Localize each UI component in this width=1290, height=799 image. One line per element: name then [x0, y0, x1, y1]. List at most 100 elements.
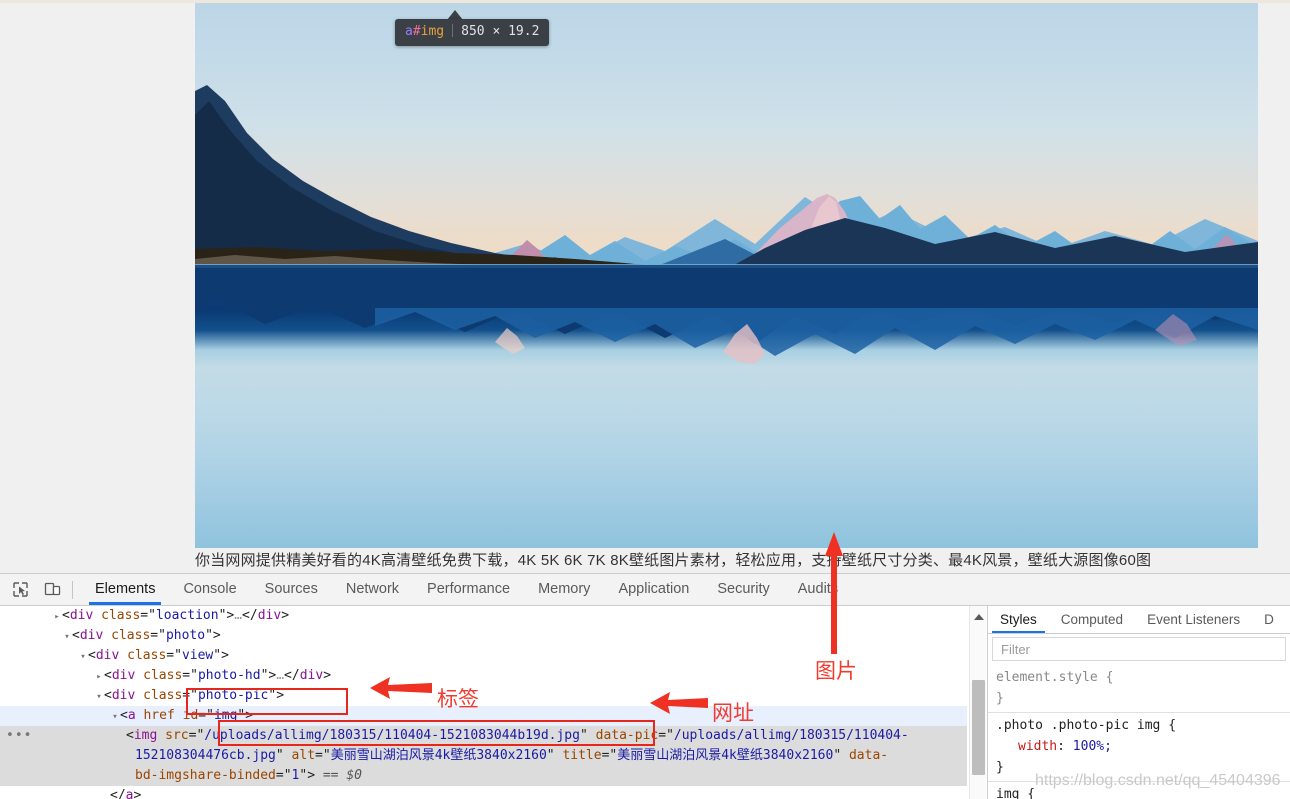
badge-tag-letter: a — [405, 24, 413, 39]
code-token-pn: < — [72, 628, 80, 643]
code-token-pn: > — [323, 668, 332, 683]
disclosure-triangle-icon[interactable]: ▾ — [110, 707, 120, 727]
code-token-pn — [135, 688, 143, 703]
tab-elements[interactable]: Elements — [81, 574, 169, 605]
style-rule-photo-pic-img[interactable]: .photo .photo-pic img { width: 100%; } — [988, 712, 1290, 781]
code-token-pn: </ — [284, 668, 300, 683]
code-token-tw: img — [133, 728, 158, 743]
code-token-at: alt — [291, 748, 316, 763]
annotation-arrow-image — [825, 532, 843, 654]
toolbar-divider — [72, 580, 73, 599]
code-token-tw: div — [111, 688, 136, 703]
code-token-pn: =" — [182, 668, 198, 683]
badge-dimensions: 850 × 19.2 — [461, 24, 540, 39]
rule-selector[interactable]: img — [996, 787, 1019, 799]
code-token-tw: div — [111, 668, 136, 683]
code-token-tw: div — [79, 628, 104, 643]
styles-filter-placeholder: Filter — [1001, 641, 1030, 657]
code-token-pn: < — [120, 708, 128, 723]
code-token-pn: " — [833, 748, 849, 763]
code-token-pn: =" — [658, 728, 674, 743]
code-token-pn: "> — [260, 668, 277, 683]
tab-sources[interactable]: Sources — [251, 574, 332, 605]
code-token-at: src — [165, 728, 189, 743]
style-rule-element-style[interactable]: element.style { } — [988, 665, 1290, 712]
tab-performance[interactable]: Performance — [413, 574, 524, 605]
dom-tree-scrollbar[interactable] — [969, 606, 986, 799]
rule-selector[interactable]: .photo .photo-pic img — [996, 718, 1160, 733]
code-token-pn: "> — [218, 608, 235, 623]
badge-id-name: img — [420, 24, 445, 39]
code-token-at: class — [143, 668, 183, 683]
wallpaper-image[interactable] — [195, 3, 1258, 548]
tab-application[interactable]: Application — [604, 574, 703, 605]
code-token-pn — [175, 708, 183, 723]
scrollbar-thumb[interactable] — [972, 680, 985, 775]
code-token-pn: =" — [166, 648, 182, 663]
dom-row-close-anchor[interactable]: </a> — [0, 786, 967, 799]
device-toolbar-icon[interactable] — [38, 577, 66, 603]
dom-row-img-line3[interactable]: bd-imgshare-binded="1"> == $0 — [0, 766, 967, 786]
code-token-pn: =" — [601, 748, 618, 763]
code-token-pn: </ — [110, 788, 126, 799]
rule-close-brace: } — [996, 691, 1004, 706]
browser-page-viewport: a#img 850 × 19.2 你当网网提供精美好看的4K高清壁纸免费下载，4K… — [0, 0, 1290, 573]
code-token-pn: < — [62, 608, 70, 623]
styles-tab-computed[interactable]: Computed — [1049, 606, 1135, 633]
annotation-tag-label: 标签 — [437, 687, 479, 711]
disclosure-triangle-icon[interactable]: ▾ — [78, 647, 88, 667]
disclosure-triangle-icon[interactable]: ▸ — [94, 667, 104, 687]
style-rule-img[interactable]: img { — [988, 781, 1290, 799]
code-token-pn — [103, 628, 111, 643]
code-token-pn: "> — [205, 628, 221, 643]
code-token-pn — [93, 608, 101, 623]
styles-tabs: Styles Computed Event Listeners D — [988, 606, 1290, 634]
dom-selected-dots: ••• — [6, 728, 33, 743]
page-description-text: 你当网网提供精美好看的4K高清壁纸免费下载，4K 5K 6K 7K 8K壁纸图片… — [195, 552, 1152, 569]
rule-value-width[interactable]: 100%; — [1073, 739, 1112, 754]
scroll-up-arrow-icon[interactable] — [974, 614, 984, 620]
annotation-arrow-url — [650, 692, 708, 714]
devtools-panel: Elements Console Sources Network Perform… — [0, 573, 1290, 799]
disclosure-triangle-icon[interactable]: ▾ — [62, 627, 72, 647]
code-token-av: 美丽雪山湖泊风景4k壁纸3840x2160 — [330, 748, 547, 763]
photo-container[interactable]: a#img 850 × 19.2 — [195, 3, 1258, 548]
disclosure-triangle-icon[interactable]: ▸ — [52, 607, 62, 627]
code-token-el: … — [234, 608, 243, 623]
code-token-pn: </ — [242, 608, 258, 623]
tab-memory[interactable]: Memory — [524, 574, 604, 605]
tab-security[interactable]: Security — [703, 574, 783, 605]
rule-close-brace: } — [996, 760, 1004, 775]
disclosure-triangle-icon[interactable]: ▾ — [94, 687, 104, 707]
styles-tab-styles[interactable]: Styles — [988, 606, 1049, 633]
rule-property-width[interactable]: width — [996, 736, 1057, 757]
code-token-at: data- — [848, 748, 889, 763]
code-token-pn: < — [104, 688, 112, 703]
badge-divider — [452, 24, 454, 37]
code-token-at: title — [562, 748, 602, 763]
styles-tab-dom-breakpoints[interactable]: D — [1252, 606, 1286, 633]
code-token-pn: > — [133, 788, 142, 799]
inspect-element-icon[interactable] — [6, 577, 34, 603]
code-token-pn: > — [281, 608, 290, 623]
rule-selector[interactable]: element.style — [996, 670, 1098, 685]
devtools-toolbar: Elements Console Sources Network Perform… — [0, 574, 1290, 606]
code-token-av: photo — [165, 628, 206, 643]
annotation-box-url — [218, 720, 655, 746]
styles-filter-input[interactable]: Filter — [992, 637, 1286, 661]
code-token-pn: =" — [315, 748, 331, 763]
code-token-el: … — [276, 668, 285, 683]
code-token-pn: < — [88, 648, 96, 663]
tab-console[interactable]: Console — [169, 574, 250, 605]
code-token-pn: =" — [188, 728, 205, 743]
dom-row-img-line2[interactable]: 152108304476cb.jpg" alt="美丽雪山湖泊风景4k壁纸384… — [0, 746, 967, 766]
code-token-pn: < — [104, 668, 112, 683]
code-token-at: href — [143, 708, 175, 723]
tab-network[interactable]: Network — [332, 574, 413, 605]
dom-row-photo-pic[interactable]: ▾ <div class="photo-pic"> — [0, 686, 967, 706]
code-token-pn: < — [126, 728, 134, 743]
styles-tab-event-listeners[interactable]: Event Listeners — [1135, 606, 1252, 633]
code-token-pn: " — [275, 748, 292, 763]
code-token-av: 美丽雪山湖泊风景4k壁纸3840x2160 — [617, 748, 834, 763]
styles-pane[interactable]: Styles Computed Event Listeners D Filter… — [988, 606, 1290, 799]
